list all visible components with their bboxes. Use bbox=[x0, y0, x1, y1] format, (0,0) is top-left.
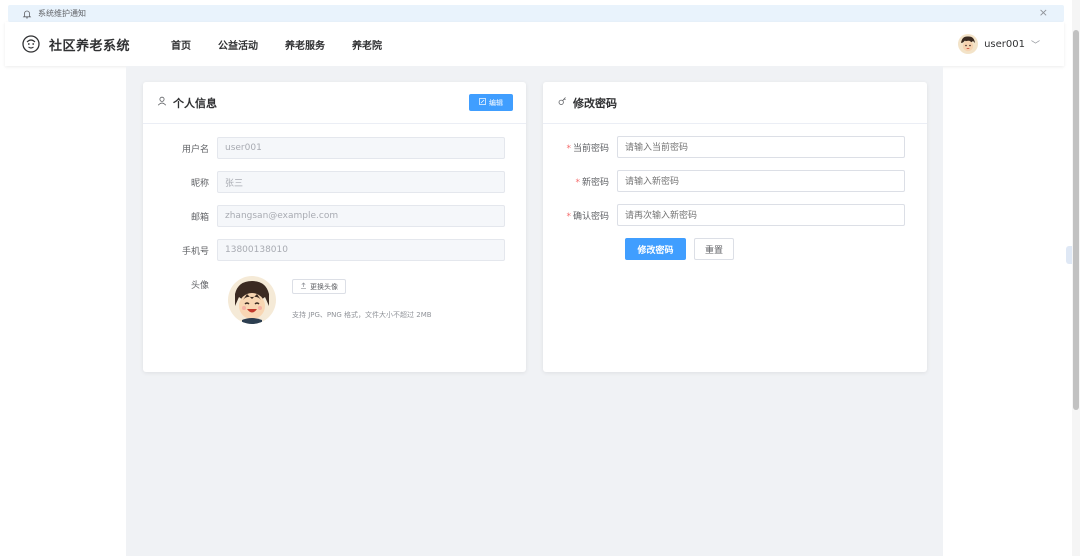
user-menu[interactable]: user001 ﹀ bbox=[958, 22, 1040, 66]
edit-icon bbox=[479, 98, 486, 107]
change-password-button[interactable]: 修改密码 bbox=[625, 238, 686, 260]
top-header: 社区养老系统 首页 公益活动 养老服务 养老院 user001 ﹀ bbox=[5, 22, 1064, 66]
bell-icon bbox=[22, 9, 32, 19]
elderly-face-icon bbox=[22, 35, 40, 53]
scrollbar-thumb[interactable] bbox=[1073, 30, 1079, 410]
form-row-current-password: * 当前密码 bbox=[543, 136, 905, 158]
profile-card-header: 个人信息 编辑 bbox=[143, 82, 526, 124]
form-row-new-password: * 新密码 bbox=[543, 170, 905, 192]
password-card-header: 修改密码 bbox=[543, 82, 927, 124]
page-scrollbar[interactable] bbox=[1072, 0, 1080, 556]
form-row-confirm-password: * 确认密码 bbox=[543, 204, 905, 226]
password-card-title: 修改密码 bbox=[573, 96, 617, 110]
avatar-label: 头像 bbox=[190, 281, 209, 291]
profile-card: 个人信息 编辑 用户名 user001 昵称 张三 邮箱 zhangsan@ex… bbox=[143, 82, 526, 372]
nav-item-home[interactable]: 首页 bbox=[171, 37, 191, 52]
change-avatar-label: 更换头像 bbox=[310, 282, 338, 291]
email-label: 邮箱 bbox=[190, 212, 209, 223]
edit-profile-button[interactable]: 编辑 bbox=[469, 94, 513, 111]
password-card: 修改密码 * 当前密码 * 新密码 * 确认密码 修改密码 重置 bbox=[543, 82, 927, 372]
form-row-phone: 手机号 13800138010 bbox=[143, 239, 505, 261]
username-label: 用户名 bbox=[181, 144, 209, 155]
email-field: zhangsan@example.com bbox=[217, 205, 505, 227]
username-field: user001 bbox=[217, 137, 505, 159]
confirm-password-label: * 确认密码 bbox=[566, 211, 609, 222]
reset-button[interactable]: 重置 bbox=[694, 238, 734, 260]
main-nav: 首页 公益活动 养老服务 养老院 bbox=[171, 37, 409, 52]
form-row-nickname: 昵称 张三 bbox=[143, 171, 505, 193]
new-password-label: * 新密码 bbox=[575, 177, 609, 188]
profile-avatar bbox=[228, 276, 276, 324]
new-password-input[interactable] bbox=[617, 170, 905, 192]
upload-icon bbox=[300, 282, 307, 291]
logo[interactable]: 社区养老系统 bbox=[22, 35, 130, 54]
edit-label: 编辑 bbox=[489, 98, 503, 107]
chevron-down-icon: ﹀ bbox=[1030, 40, 1040, 51]
key-icon bbox=[557, 96, 567, 109]
confirm-password-input[interactable] bbox=[617, 204, 905, 226]
current-password-label: * 当前密码 bbox=[566, 143, 609, 154]
close-icon[interactable]: × bbox=[1039, 6, 1048, 19]
app-title: 社区养老系统 bbox=[49, 38, 131, 54]
nickname-label: 昵称 bbox=[190, 178, 209, 189]
user-icon bbox=[157, 96, 167, 109]
nav-item-charity[interactable]: 公益活动 bbox=[218, 37, 258, 52]
nickname-field: 张三 bbox=[217, 171, 505, 193]
nav-item-nursing-home[interactable]: 养老院 bbox=[352, 37, 382, 52]
notice-text: 系统维护通知 bbox=[38, 9, 86, 18]
phone-field: 13800138010 bbox=[217, 239, 505, 261]
user-avatar bbox=[958, 34, 979, 54]
phone-label: 手机号 bbox=[181, 246, 209, 257]
notice-bar: 系统维护通知 × bbox=[8, 5, 1064, 22]
username: user001 bbox=[984, 38, 1025, 50]
change-avatar-button[interactable]: 更换头像 bbox=[292, 279, 346, 294]
form-row-username: 用户名 user001 bbox=[143, 137, 505, 159]
form-row-avatar: 头像 bbox=[143, 278, 217, 291]
nav-item-elderly-service[interactable]: 养老服务 bbox=[285, 37, 325, 52]
avatar-hint: 支持 JPG、PNG 格式，文件大小不超过 2MB bbox=[292, 311, 432, 319]
form-row-email: 邮箱 zhangsan@example.com bbox=[143, 205, 505, 227]
profile-card-title: 个人信息 bbox=[173, 96, 217, 110]
current-password-input[interactable] bbox=[617, 136, 905, 158]
